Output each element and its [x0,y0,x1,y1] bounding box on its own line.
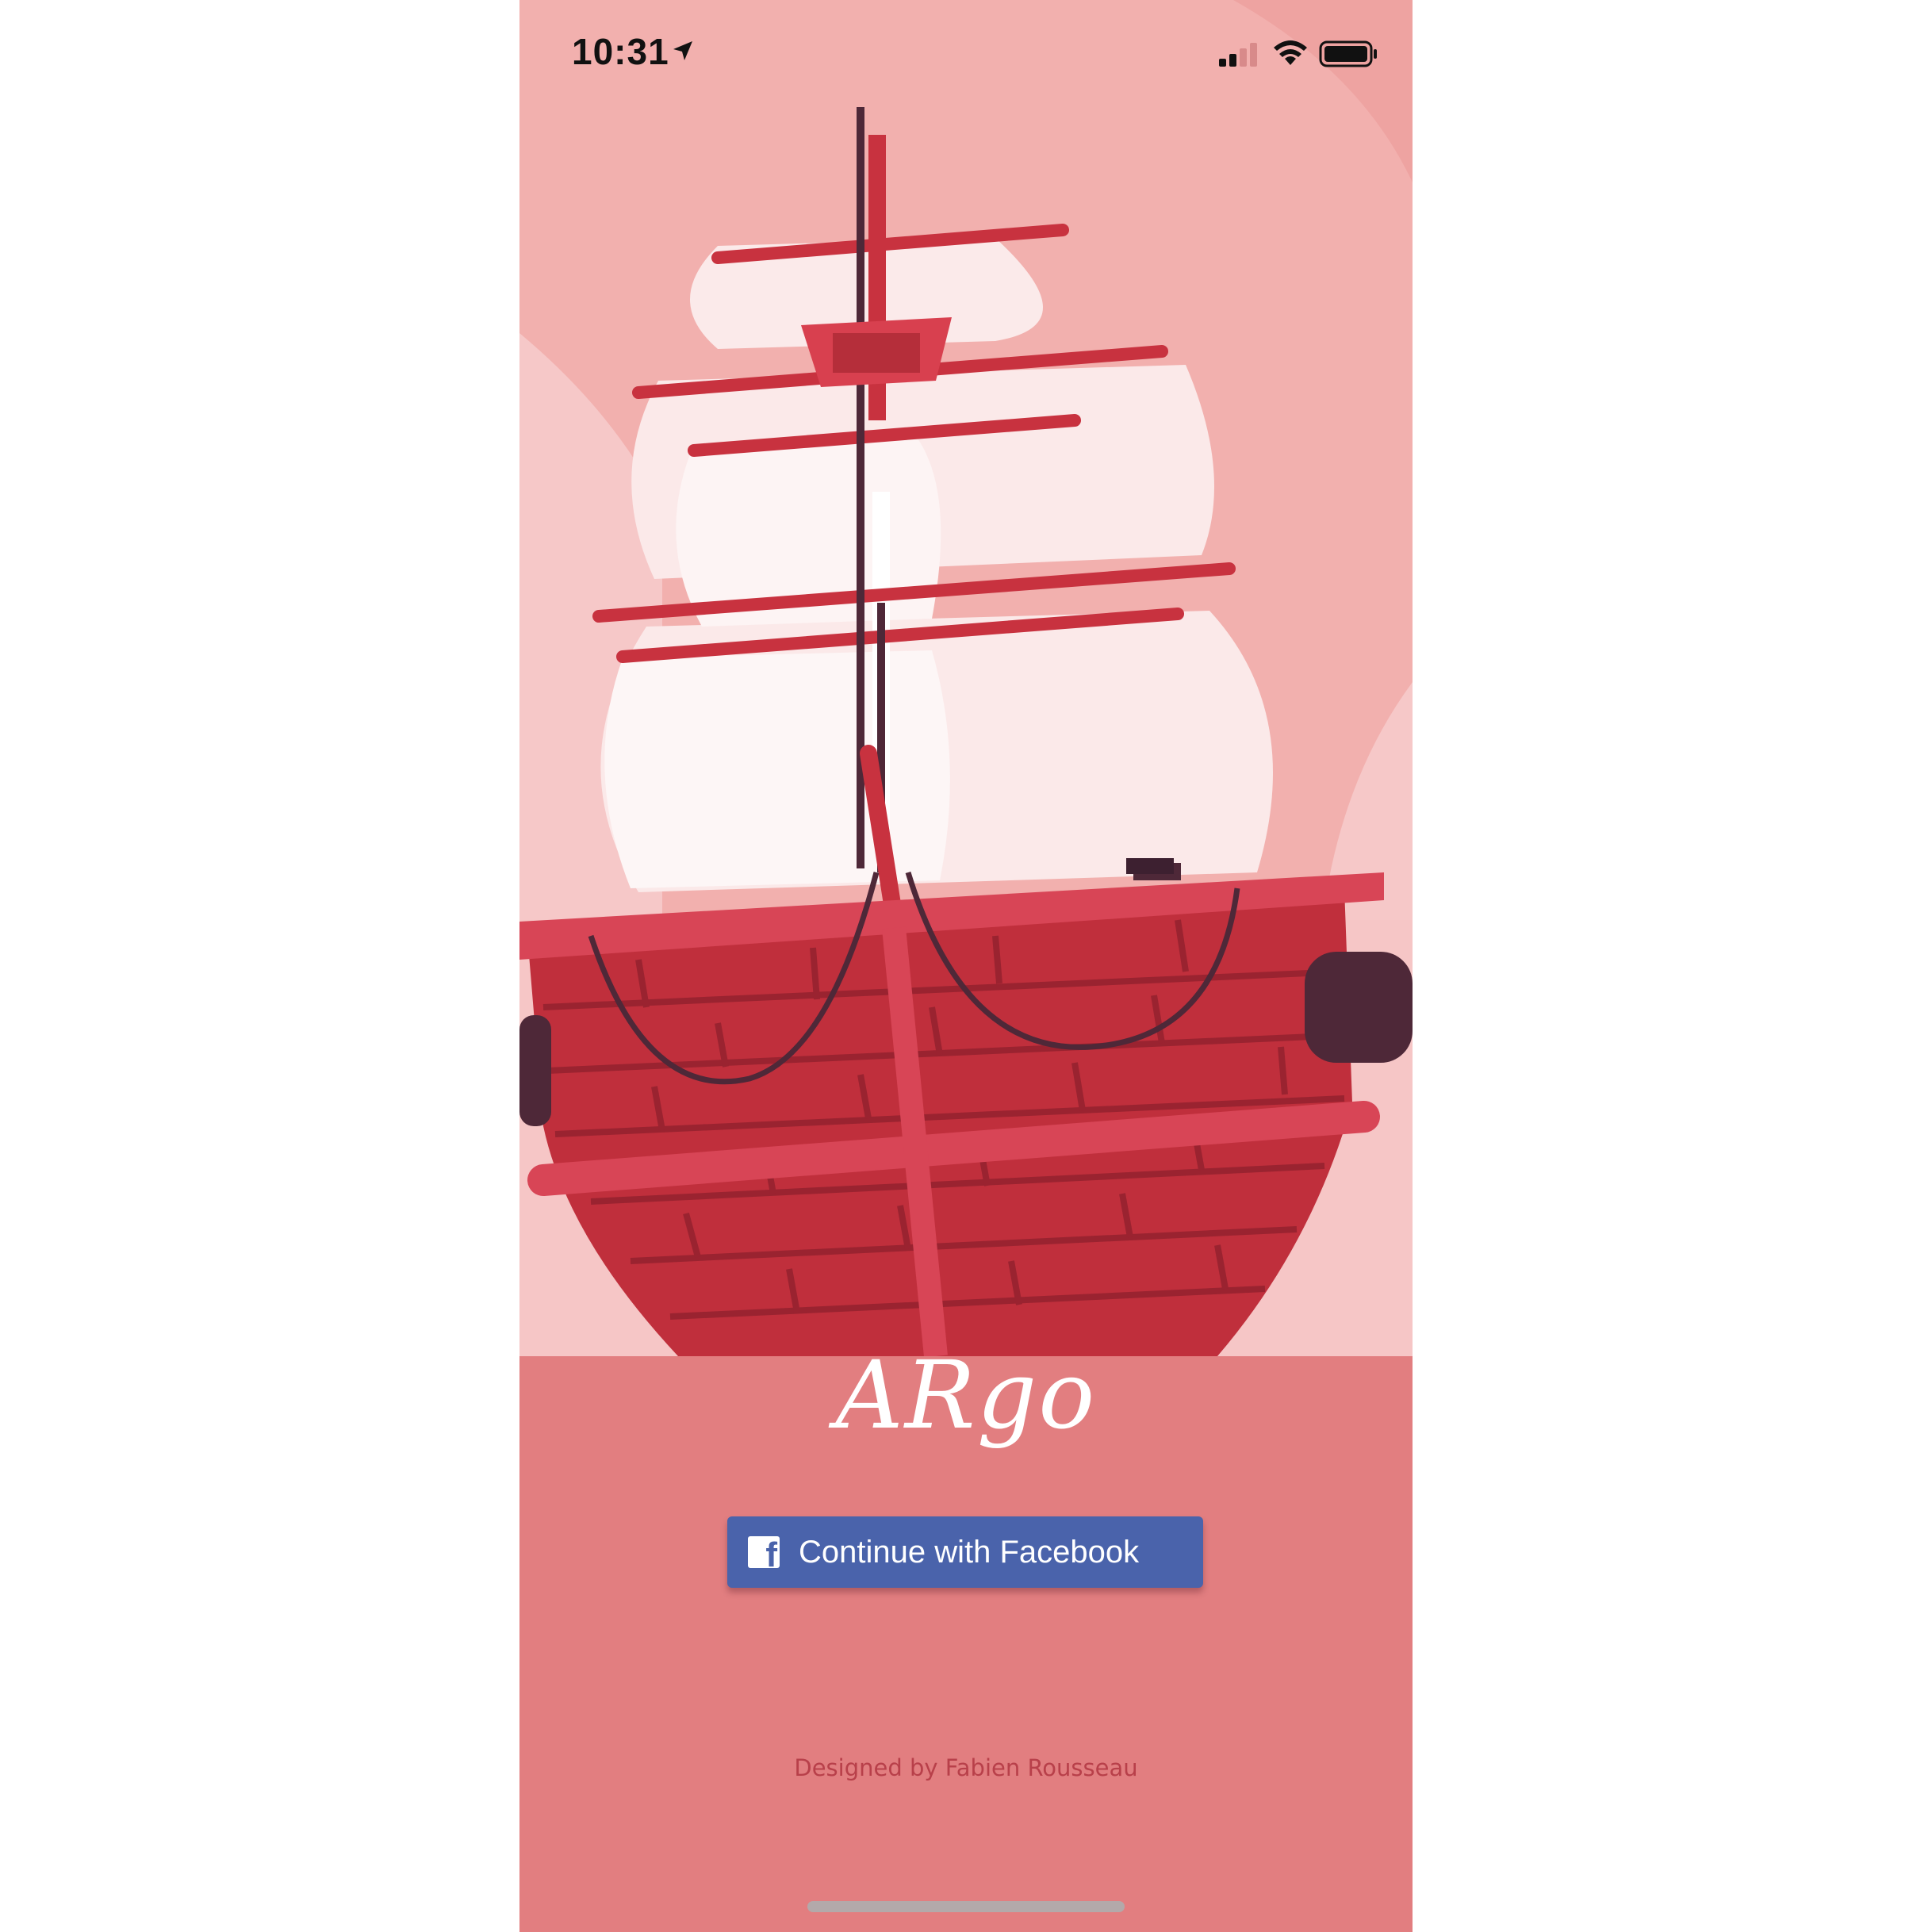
status-bar: 10:31 [519,0,1413,111]
home-indicator[interactable] [807,1901,1125,1912]
facebook-icon: f [748,1536,780,1573]
designer-credit: Designed by Fabien Rousseau [794,1754,1138,1781]
facebook-button-label: Continue with Facebook [799,1534,1140,1570]
cellular-signal-icon [1219,43,1257,67]
battery-icon [1319,40,1377,67]
wifi-icon [1274,40,1307,65]
continue-with-facebook-button[interactable]: f Continue with Facebook [727,1516,1203,1588]
location-arrow-icon [673,41,692,60]
status-time: 10:31 [572,31,669,72]
ship-illustration [519,0,1413,1356]
app-logo: ARgo [835,1340,1097,1450]
facebook-icon-glyph: f [765,1535,777,1574]
phone-screen: 10:31 ARgo f Continue with Facebook Desi… [519,0,1413,1932]
